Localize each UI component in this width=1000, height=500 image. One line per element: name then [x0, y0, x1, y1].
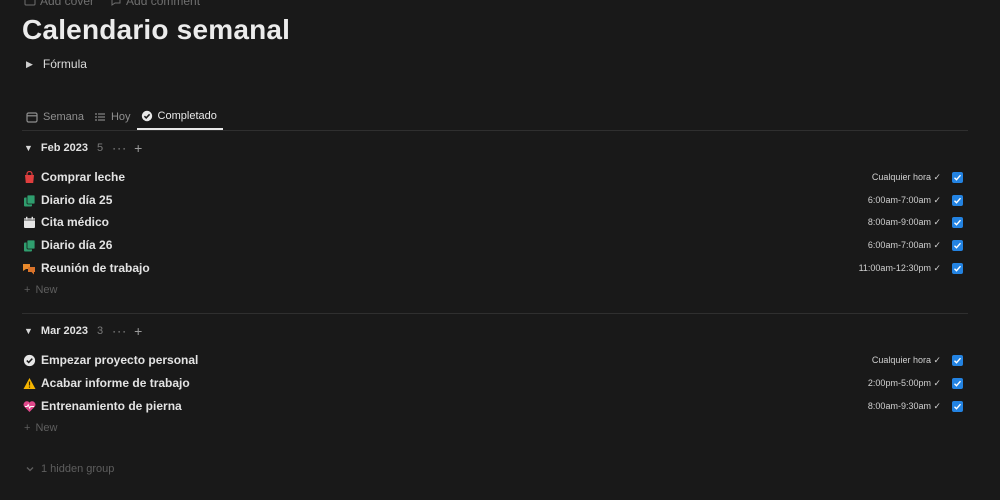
list-icon [95, 112, 105, 121]
table-row[interactable]: Comprar leche Cualquier hora ✓ [22, 166, 968, 188]
tab-hoy-label: Hoy [110, 110, 131, 123]
tab-hoy[interactable]: Hoy [90, 104, 137, 129]
group-divider [22, 313, 968, 314]
new-item-label: New [35, 284, 58, 296]
image-icon [24, 0, 36, 6]
new-item-button[interactable]: + New [24, 284, 57, 296]
row-title[interactable]: Reunión de trabajo [41, 261, 150, 275]
tab-semana-label: Semana [43, 110, 84, 123]
more-options-icon[interactable]: ··· [112, 141, 127, 155]
formula-toggle-label: Fórmula [42, 57, 87, 71]
row-title[interactable]: Acabar informe de trabajo [41, 376, 190, 390]
heart-pulse-icon [22, 399, 36, 413]
new-item-button[interactable]: + New [24, 422, 57, 434]
group-name: Feb 2023 [40, 142, 89, 154]
group-header-feb-2023: ▼ Feb 2023 5 ··· + [24, 140, 142, 156]
toggle-triangle-icon[interactable]: ▶ [26, 59, 33, 70]
done-checkbox[interactable] [952, 216, 963, 228]
checkmark-icon [954, 242, 962, 249]
row-title[interactable]: Empezar proyecto personal [41, 353, 198, 367]
chevron-down-icon [26, 467, 34, 472]
warning-icon [22, 376, 36, 390]
checkmark-icon [954, 265, 962, 272]
row-time: 2:00pm-5:00pm ✓ [867, 377, 941, 388]
check-circle-icon [22, 353, 36, 367]
row-time: Cualquier hora ✓ [871, 171, 941, 182]
row-title[interactable]: Cita médico [41, 215, 109, 229]
table-row[interactable]: Acabar informe de trabajo 2:00pm-5:00pm … [22, 372, 968, 394]
more-options-icon[interactable]: ··· [112, 324, 127, 338]
row-title[interactable]: Diario día 26 [41, 238, 112, 252]
row-time: 6:00am-7:00am ✓ [867, 194, 941, 205]
row-time: Cualquier hora ✓ [871, 354, 941, 365]
add-cover-label: Add cover [40, 0, 95, 8]
checkmark-icon [954, 403, 962, 410]
collapse-triangle-icon[interactable]: ▼ [24, 143, 33, 153]
table-row[interactable]: Empezar proyecto personal Cualquier hora… [22, 349, 968, 371]
add-comment-button[interactable]: Add comment [110, 0, 200, 8]
group-count: 3 [97, 325, 104, 337]
plus-icon: + [24, 284, 31, 296]
table-row[interactable]: Cita médico 8:00am-9:00am ✓ [22, 211, 968, 233]
table-row[interactable]: Entrenamiento de pierna 8:00am-9:30am ✓ [22, 395, 968, 417]
checkmark-icon [954, 380, 962, 387]
calendar-day-icon [22, 215, 36, 229]
done-checkbox[interactable] [952, 262, 963, 274]
row-time: 8:00am-9:30am ✓ [867, 400, 941, 411]
page-actions: Add cover Add comment [24, 0, 200, 8]
done-checkbox[interactable] [952, 354, 963, 366]
group-name: Mar 2023 [40, 325, 89, 337]
done-checkbox[interactable] [952, 171, 963, 183]
add-comment-label: Add comment [126, 0, 201, 8]
row-time: 8:00am-9:00am ✓ [867, 216, 941, 227]
view-tabs: Semana Hoy Completado [22, 104, 968, 131]
plus-icon: + [24, 422, 31, 434]
row-time: 11:00am-12:30pm ✓ [858, 262, 941, 273]
tab-completado-label: Completado [157, 110, 217, 122]
row-title[interactable]: Diario día 25 [41, 193, 112, 207]
group-count: 5 [97, 142, 104, 154]
page-title: Calendario semanal [22, 14, 291, 45]
done-checkbox[interactable] [952, 239, 963, 251]
add-cover-button[interactable]: Add cover [24, 0, 94, 8]
table-row[interactable]: Diario día 25 6:00am-7:00am ✓ [22, 189, 968, 211]
shopping-bag-icon [22, 170, 36, 184]
table-row[interactable]: Diario día 26 6:00am-7:00am ✓ [22, 234, 968, 256]
done-checkbox[interactable] [952, 194, 963, 206]
journal-icon [22, 193, 36, 207]
row-time: 6:00am-7:00am ✓ [867, 239, 941, 250]
comment-icon [111, 0, 121, 6]
group-header-mar-2023: ▼ Mar 2023 3 ··· + [24, 323, 142, 339]
formula-toggle[interactable]: ▶ Fórmula [26, 57, 87, 71]
done-checkbox[interactable] [952, 377, 963, 389]
tab-semana[interactable]: Semana [22, 104, 90, 129]
journal-icon [22, 238, 36, 252]
row-title[interactable]: Entrenamiento de pierna [41, 399, 182, 413]
tab-completado[interactable]: Completado [136, 104, 223, 130]
add-icon[interactable]: + [134, 140, 142, 156]
new-item-label: New [35, 422, 58, 434]
checkmark-icon [954, 174, 962, 181]
row-title[interactable]: Comprar leche [41, 170, 125, 184]
collapse-triangle-icon[interactable]: ▼ [24, 326, 33, 336]
checkmark-icon [954, 197, 962, 204]
checkmark-icon [954, 357, 962, 364]
hidden-groups-toggle[interactable]: 1 hidden group [25, 463, 114, 475]
add-icon[interactable]: + [134, 323, 142, 339]
check-circle-icon [141, 110, 152, 122]
calendar-icon [26, 111, 38, 123]
checkmark-icon [954, 219, 962, 226]
done-checkbox[interactable] [952, 400, 963, 412]
chat-bubbles-icon [22, 261, 36, 275]
table-row[interactable]: Reunión de trabajo 11:00am-12:30pm ✓ [22, 257, 968, 279]
hidden-groups-label: 1 hidden group [41, 463, 115, 475]
